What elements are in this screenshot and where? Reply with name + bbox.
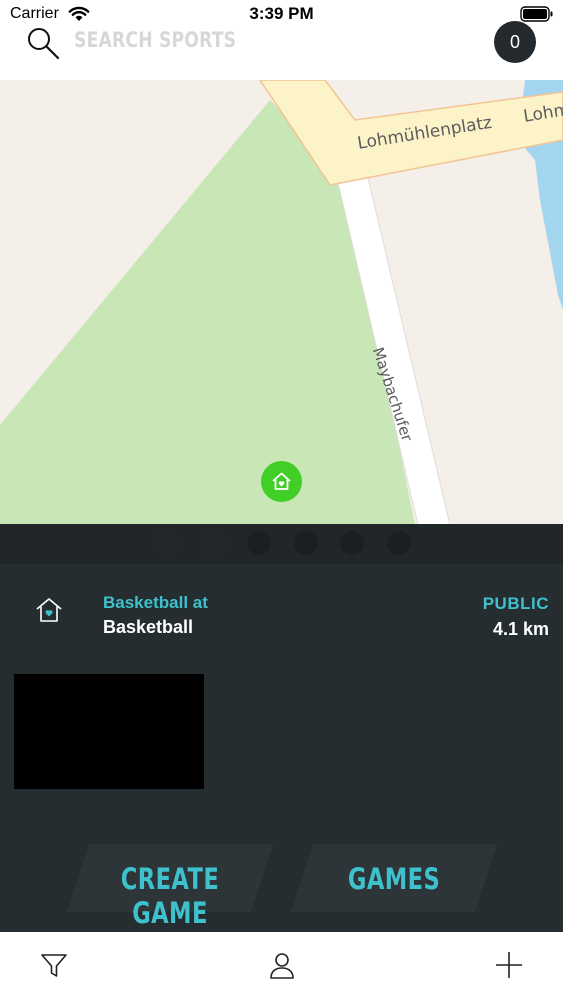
venue-name: Basketball — [103, 617, 194, 637]
games-button[interactable]: GAMES — [290, 844, 498, 912]
filter-icon[interactable] — [39, 950, 69, 980]
create-game-label: CREATE GAME — [120, 862, 220, 930]
visibility-label: PUBLIC — [482, 594, 549, 613]
map-canvas — [0, 80, 563, 525]
venue-sport: Basketball at — [103, 593, 208, 612]
plus-icon[interactable] — [494, 950, 524, 980]
home-pin-icon[interactable] — [261, 461, 302, 502]
distance-label: 4.1 km — [492, 619, 549, 639]
search-icon[interactable] — [26, 26, 60, 60]
page-dot[interactable] — [387, 531, 411, 555]
map-view[interactable]: Lohmühlenplatz Lohm Maybachufer — [0, 80, 563, 525]
page-dot[interactable] — [247, 531, 271, 555]
venue-panel: Basketball at Basketball PUBLIC 4.1 km C… — [0, 524, 563, 932]
home-icon — [36, 598, 62, 622]
create-game-button[interactable]: CREATE GAME — [66, 844, 274, 930]
page-dot[interactable] — [294, 531, 318, 555]
tab-bar — [0, 932, 563, 1000]
count-badge[interactable]: 0 — [494, 21, 536, 63]
venue-image — [14, 674, 204, 789]
games-label: GAMES — [347, 862, 441, 896]
page-dot[interactable] — [340, 531, 364, 555]
page-dot[interactable] — [155, 531, 179, 555]
search-input[interactable]: SEARCH SPORTS — [74, 28, 236, 52]
page-indicator — [0, 524, 563, 564]
search-header: SEARCH SPORTS — [0, 20, 563, 80]
page-dot[interactable] — [201, 531, 225, 555]
app-screen: Carrier 3:39 PM SEARCH SPORTS 0 Lohmühle… — [0, 0, 563, 1000]
profile-icon[interactable] — [267, 950, 297, 980]
